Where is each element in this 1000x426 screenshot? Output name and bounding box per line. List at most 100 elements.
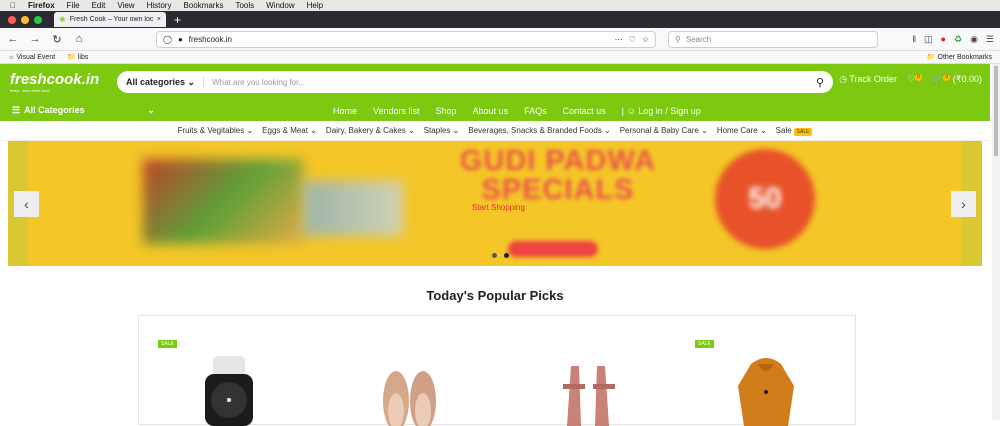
sale-badge: SALE <box>158 340 177 348</box>
reload-button[interactable]: ↻ <box>50 33 64 46</box>
cat-personal[interactable]: Personal & Baby Care ⌄ <box>620 126 708 135</box>
menu-tools[interactable]: Tools <box>235 1 254 10</box>
url-bar[interactable]: ◯ ● freshcook.in ⋯ ♡ ☆ <box>156 30 656 48</box>
minimize-window-button[interactable] <box>21 15 29 24</box>
banner-cta-pill[interactable] <box>508 241 598 257</box>
all-categories-button[interactable]: ☰ All Categories ⌄ <box>0 105 155 116</box>
toolbar-extensions: ‖ ◫ ● ♻ ◉ ☰ <box>912 34 994 45</box>
website: freshcook.in fresh · farm fresh food All … <box>0 64 990 303</box>
banner-title: GUDI PADWA SPECIALS <box>459 145 657 206</box>
slide-pager <box>492 253 509 258</box>
page-actions-icon[interactable]: ⋯ <box>615 35 623 44</box>
browser-search[interactable]: ⚲ Search <box>668 30 878 48</box>
menu-file[interactable]: File <box>67 1 80 10</box>
main-nav: ☰ All Categories ⌄ Home Vendors list Shop … <box>0 100 990 121</box>
scrollbar-thumb[interactable] <box>994 66 998 156</box>
menu-help[interactable]: Help <box>307 1 323 10</box>
browser-toolbar: ← → ↻ ⌂ ◯ ● freshcook.in ⋯ ♡ ☆ ⚲ Search … <box>0 28 1000 51</box>
bookmark-libs[interactable]: 📁 libs <box>67 53 88 61</box>
site-logo[interactable]: freshcook.in fresh · farm fresh food <box>10 71 99 93</box>
site-search: All categories ⌄ What are you looking fo… <box>117 71 833 93</box>
zoom-window-button[interactable] <box>34 15 42 24</box>
cat-fruits[interactable]: Fruits & Vegitables ⌄ <box>178 126 254 135</box>
bookmark-visual-event[interactable]: ☼ Visual Event <box>8 54 55 61</box>
app-name[interactable]: Firefox <box>28 1 55 10</box>
account-icon[interactable]: ◉ <box>970 34 978 45</box>
apple-icon[interactable]:  <box>10 1 16 10</box>
banner-food-image <box>143 159 303 244</box>
prev-slide-button[interactable]: ‹ <box>14 191 39 217</box>
bookmarks-bar: ☼ Visual Event 📁 libs 📁 Other Bookmarks <box>0 51 1000 64</box>
cat-home[interactable]: Home Care ⌄ <box>717 126 767 135</box>
lock-icon[interactable]: ● <box>178 35 183 44</box>
cart-count: 0 <box>943 74 951 81</box>
nav-vendors[interactable]: Vendors list <box>373 106 420 116</box>
other-bookmarks[interactable]: 📁 Other Bookmarks <box>927 53 992 61</box>
sale-tag: SALE <box>793 128 813 136</box>
cart-button[interactable]: 🛒 0 (₹0.00) <box>932 74 982 85</box>
cat-staples[interactable]: Staples ⌄ <box>424 126 460 135</box>
nav-login[interactable]: | ☺ Log in / Sign up <box>622 106 701 116</box>
leaf-icon: ❀ <box>59 15 66 24</box>
track-order-button[interactable]: ◷ Track Order <box>839 74 897 85</box>
discount-badge: 50 <box>715 149 815 249</box>
nav-faqs[interactable]: FAQs <box>524 106 547 116</box>
nav-about[interactable]: About us <box>473 106 509 116</box>
pocket-icon[interactable]: ♡ <box>629 35 636 44</box>
category-select[interactable]: All categories ⌄ <box>126 76 205 88</box>
search-icon: ⚲ <box>675 34 681 44</box>
sidebar-icon[interactable]: ◫ <box>924 34 933 45</box>
url-text[interactable]: freshcook.in <box>189 35 609 44</box>
back-button[interactable]: ← <box>6 33 20 45</box>
menu-history[interactable]: History <box>147 1 172 10</box>
library-icon[interactable]: ‖ <box>912 34 916 45</box>
menu-window[interactable]: Window <box>266 1 294 10</box>
menu-edit[interactable]: Edit <box>92 1 106 10</box>
category-nav: Fruits & Vegitables ⌄ Eggs & Meat ⌄ Dair… <box>0 121 990 141</box>
page-scrollbar[interactable] <box>992 64 1000 420</box>
product-card[interactable]: SALE <box>139 316 318 426</box>
window-controls <box>8 15 42 24</box>
slide-dot-1[interactable] <box>492 253 497 258</box>
hamburger-menu-icon[interactable]: ☰ <box>986 34 994 45</box>
cart-total: (₹0.00) <box>952 74 982 84</box>
extension-icon[interactable]: ● <box>941 34 946 45</box>
cat-beverages[interactable]: Beverages, Snacks & Branded Foods ⌄ <box>468 126 610 135</box>
wishlist-count: 0 <box>915 74 923 81</box>
next-slide-button[interactable]: › <box>951 191 976 217</box>
wishlist-button[interactable]: ♡ 0 <box>907 74 923 85</box>
recycle-icon[interactable]: ♻ <box>954 34 962 45</box>
home-icon[interactable]: ⌂ <box>72 33 86 45</box>
popular-heading: Today's Popular Picks <box>426 288 564 303</box>
cat-eggs[interactable]: Eggs & Meat ⌄ <box>262 126 317 135</box>
site-search-input[interactable]: What are you looking for... <box>212 78 808 87</box>
nav-contact[interactable]: Contact us <box>563 106 606 116</box>
cat-dairy[interactable]: Dairy, Bakery & Cakes ⌄ <box>326 126 415 135</box>
hero-banner[interactable]: GUDI PADWA SPECIALS Start Shopping 50 ‹ … <box>8 141 982 266</box>
menu-bookmarks[interactable]: Bookmarks <box>183 1 223 10</box>
cat-sale[interactable]: Sale SALE <box>776 126 813 136</box>
close-tab-icon[interactable]: × <box>157 16 161 23</box>
product-card[interactable] <box>318 316 497 426</box>
nav-home[interactable]: Home <box>333 106 357 116</box>
slide-dot-2[interactable] <box>504 253 509 258</box>
start-shopping-link[interactable]: Start Shopping <box>472 203 525 212</box>
search-icon[interactable]: ⚲ <box>816 76 824 89</box>
new-tab-button[interactable]: + <box>174 13 181 27</box>
product-card[interactable]: SALE <box>676 316 855 426</box>
star-icon[interactable]: ☆ <box>642 35 649 44</box>
watch-image <box>205 356 253 426</box>
product-card[interactable] <box>497 316 676 426</box>
tab-freshcook[interactable]: ❀ Fresh Cook – Your own local st × <box>54 12 166 27</box>
close-window-button[interactable] <box>8 15 16 24</box>
product-grid: SALE SALE <box>138 315 856 426</box>
shield-icon[interactable]: ◯ <box>163 35 172 44</box>
hoodie-image <box>738 358 794 426</box>
sale-badge: SALE <box>695 340 714 348</box>
menu-view[interactable]: View <box>117 1 134 10</box>
banner-food-image-2 <box>303 181 403 236</box>
search-placeholder: Search <box>685 34 712 44</box>
sandals-image <box>563 366 615 426</box>
forward-button[interactable]: → <box>28 33 42 45</box>
nav-shop[interactable]: Shop <box>436 106 457 116</box>
